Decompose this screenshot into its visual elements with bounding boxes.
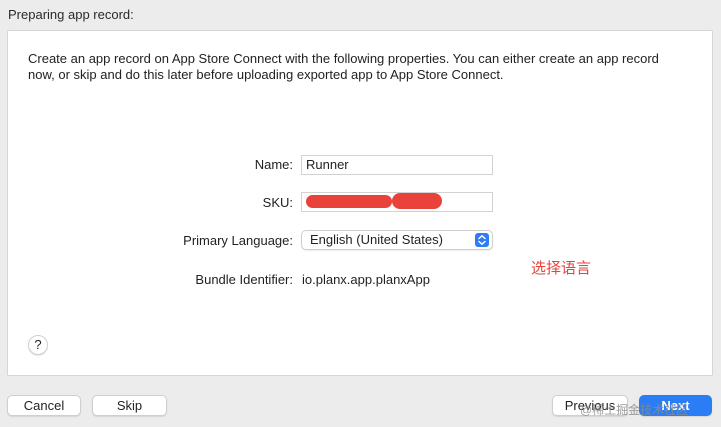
bundle-identifier-value: io.planx.app.planxApp [302,272,430,287]
redaction-mark [306,193,442,209]
name-field[interactable]: Runner [301,155,493,175]
app-record-panel: Create an app record on App Store Connec… [7,30,713,376]
sku-label: SKU: [262,195,293,210]
updown-chevron-icon [475,233,489,247]
primary-language-value: English (United States) [310,232,443,247]
name-label: Name: [254,157,293,172]
question-icon: ? [34,337,42,352]
skip-button[interactable]: Skip [92,395,167,416]
annotation-text: 选择语言 [531,260,592,277]
primary-language-label: Primary Language: [183,233,293,248]
primary-language-select[interactable]: English (United States) [301,230,493,250]
watermark: @稀土掘金技术社区 [580,403,689,417]
window-title: Preparing app record: [8,7,134,22]
description-text: Create an app record on App Store Connec… [28,51,659,82]
cancel-button[interactable]: Cancel [7,395,81,416]
help-button[interactable]: ? [28,335,48,355]
bundle-identifier-label: Bundle Identifier: [195,272,293,287]
